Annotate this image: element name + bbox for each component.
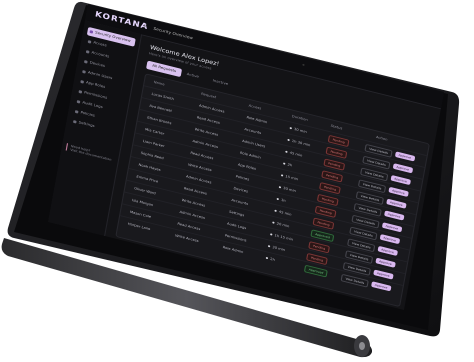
cell-duration: 20 min xyxy=(272,221,290,229)
lock-icon xyxy=(78,90,83,94)
tablet-device: KORTANA / Security Overview Security Ove… xyxy=(0,0,474,362)
policy-icon xyxy=(74,110,79,114)
cell-duration: 45 min xyxy=(285,150,303,158)
cell-duration: 2h xyxy=(283,162,293,168)
cell-access: Audit Logs xyxy=(226,221,247,231)
view-details-button[interactable]: View Details xyxy=(340,273,370,288)
duration-value: 2h xyxy=(269,257,276,262)
column-header-access[interactable]: Access xyxy=(248,104,261,111)
cell-access: App Roles xyxy=(237,162,257,171)
gear-icon xyxy=(72,120,77,124)
roles-icon xyxy=(80,80,85,84)
duration-value: 45 min xyxy=(289,150,303,158)
column-header-status[interactable]: Status xyxy=(330,124,342,131)
clock-icon xyxy=(267,245,271,248)
sidebar-item-label: Audit Logs xyxy=(82,100,104,110)
sidebar-item-label: App Roles xyxy=(85,80,106,89)
duration-value: 1h 30 min xyxy=(291,138,311,148)
cell-access: Devices xyxy=(233,186,249,194)
camera-icon xyxy=(302,63,305,67)
cell-duration: 1h xyxy=(276,197,286,203)
tab-active[interactable]: Active xyxy=(181,69,205,83)
users-icon xyxy=(82,70,86,74)
tab-bar: All Requests Active Inactive xyxy=(146,60,228,86)
key-icon xyxy=(87,40,92,44)
cell-duration: 30 min xyxy=(267,244,286,253)
clock-icon xyxy=(272,221,275,224)
cell-request: Write Access xyxy=(174,233,199,243)
column-header-duration[interactable]: Duration xyxy=(292,114,309,122)
clock-icon xyxy=(265,256,269,260)
column-header-action[interactable]: Action xyxy=(376,135,388,141)
cell-duration: 30 min xyxy=(289,126,307,134)
clock-icon xyxy=(289,127,293,130)
cell-access: Accounts xyxy=(231,198,249,206)
clock-icon xyxy=(278,186,282,189)
clock-icon xyxy=(276,197,280,201)
duration-value: 20 min xyxy=(276,221,290,229)
clock-icon xyxy=(270,233,273,236)
user-icon xyxy=(85,50,90,54)
duration-value: 1h 15 min xyxy=(274,233,294,242)
sidebar-item-label: Access xyxy=(93,40,107,48)
clock-icon xyxy=(283,162,286,165)
sidebar-item-label: Devices xyxy=(89,60,106,68)
status-badge: Approved xyxy=(303,264,329,278)
cell-duration: 15 min xyxy=(280,173,299,182)
log-icon xyxy=(76,100,81,104)
cell-access: Policies xyxy=(235,174,250,182)
approve-button[interactable]: Approve xyxy=(371,281,392,292)
cell-access: Role Admin xyxy=(222,245,244,255)
sidebar-item-label: Accounts xyxy=(91,50,110,59)
clock-icon xyxy=(280,174,284,177)
sidebar-item-label: Permissions xyxy=(83,90,108,100)
sidebar-item-label: Settings xyxy=(78,120,95,129)
column-header-name[interactable]: Name xyxy=(153,80,164,86)
duration-value: 2h xyxy=(287,162,293,168)
duration-value: 30 min xyxy=(282,186,297,193)
duration-value: 30 min xyxy=(293,127,308,134)
cell-name: Mia Carter xyxy=(144,127,165,136)
tab-inactive[interactable]: Inactive xyxy=(206,75,234,90)
cell-duration: 30 min xyxy=(278,185,297,193)
duration-value: 30 min xyxy=(271,245,286,253)
clock-icon xyxy=(285,150,288,153)
cell-name: Harper Lane xyxy=(127,221,151,232)
duration-value: 45 min xyxy=(278,209,292,217)
sidebar-help[interactable]: Need help? Visit the documentation xyxy=(65,143,119,164)
clock-icon xyxy=(287,138,290,142)
column-header-request[interactable]: Request xyxy=(201,92,217,99)
cell-access: Settings xyxy=(228,209,245,218)
sidebar-item-label: Policies xyxy=(80,110,96,118)
cell-access: Accounts xyxy=(244,127,262,136)
duration-value: 1h xyxy=(280,198,286,203)
cell-duration: 45 min xyxy=(274,209,292,217)
clock-icon xyxy=(274,209,277,213)
shield-icon xyxy=(89,30,94,34)
duration-value: 15 min xyxy=(284,174,299,182)
cell-duration: 2h xyxy=(265,256,276,262)
device-icon xyxy=(83,60,88,64)
